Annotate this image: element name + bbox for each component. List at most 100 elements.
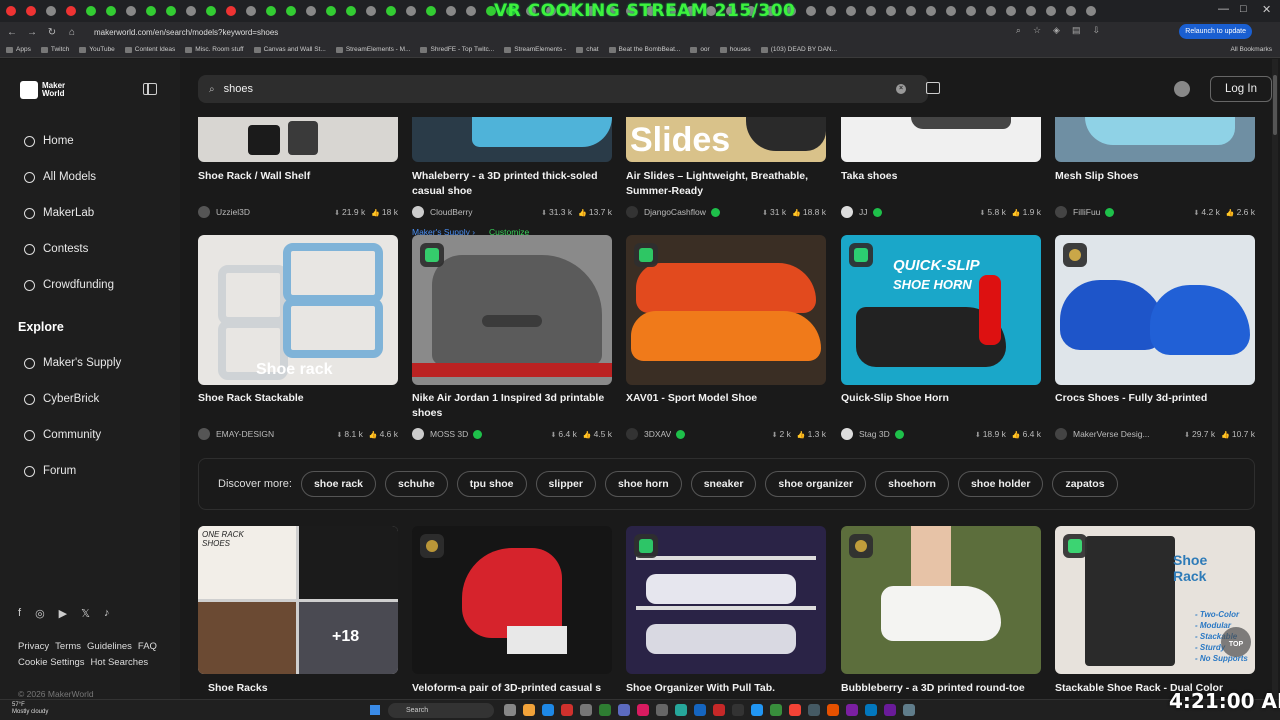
model-title[interactable]: Mesh Slip Shoes [1055,169,1255,184]
extensions-icon[interactable]: ◈ [1053,25,1060,36]
browser-tab-favicon[interactable] [306,6,316,16]
taskbar-app-icon[interactable] [504,704,516,716]
browser-tab-favicon[interactable] [326,6,336,16]
author-avatar[interactable] [1055,428,1067,440]
taskbar-app-icon[interactable] [618,704,630,716]
sidebar-item-makerlab[interactable]: MakerLab [24,207,94,219]
taskbar-app-icon[interactable] [580,704,592,716]
scrollbar[interactable] [1272,59,1278,699]
browser-tab-favicon[interactable] [986,6,996,16]
forward-icon[interactable]: → [24,27,40,38]
back-to-top-button[interactable]: TOP [1221,627,1251,657]
model-title[interactable]: Taka shoes [841,169,1041,184]
footer-link[interactable]: Terms [55,641,81,652]
model-thumbnail[interactable] [198,117,398,162]
close-window-icon[interactable]: ✕ [1262,3,1271,16]
taskbar-app-icon[interactable] [903,704,915,716]
browser-tab-favicon[interactable] [126,6,136,16]
login-button[interactable]: Log In [1210,76,1272,102]
browser-tab-favicon[interactable] [846,6,856,16]
windows-start-icon[interactable] [370,705,380,715]
taskbar-app-icon[interactable] [865,704,877,716]
sidebar-item-forum[interactable]: Forum [24,465,76,477]
author-name[interactable]: FilliFuu [1073,207,1100,217]
model-title[interactable]: Crocs Shoes - Fully 3d-printed [1055,391,1255,406]
browser-tab-favicon[interactable] [86,6,96,16]
author-avatar[interactable] [198,206,210,218]
browser-tab-favicon[interactable] [66,6,76,16]
browser-tab-favicon[interactable] [966,6,976,16]
discover-tag[interactable]: shoe holder [957,471,1044,497]
model-title[interactable]: Shoe Organizer With Pull Tab. [626,681,826,696]
browser-tab-favicon[interactable] [366,6,376,16]
browser-tab-favicon[interactable] [226,6,236,16]
taskbar-app-icon[interactable] [846,704,858,716]
search-input[interactable]: shoes [224,83,253,95]
bookmark-item[interactable]: Apps [6,46,31,53]
browser-tab-favicon[interactable] [806,6,816,16]
sidebar-item-home[interactable]: Home [24,135,74,147]
bookmark-item[interactable]: Canvas and Wall St... [253,46,326,53]
facebook-icon[interactable]: f [18,607,21,620]
bookmark-item[interactable]: oor [690,46,710,53]
taskbar-app-icon[interactable] [656,704,668,716]
author-name[interactable]: MOSS 3D [430,429,468,439]
sidebar-item-community[interactable]: Community [24,429,101,441]
discover-tag[interactable]: shoe horn [604,471,682,497]
browser-tab-favicon[interactable] [406,6,416,16]
bookmark-item[interactable]: Twitch [40,46,69,53]
model-title[interactable]: Shoe Rack / Wall Shelf [198,169,398,184]
author-name[interactable]: JJ [859,207,868,217]
sidebar-item-contests[interactable]: Contests [24,243,88,255]
relaunch-button[interactable]: Relaunch to update [1179,24,1252,39]
browser-tab-favicon[interactable] [346,6,356,16]
bookmark-item[interactable]: Beat the BombBeat... [608,46,680,53]
browser-tab-favicon[interactable] [446,6,456,16]
browser-tab-favicon[interactable] [946,6,956,16]
browser-tab-favicon[interactable] [266,6,276,16]
logo[interactable]: Maker World [20,81,74,99]
bookmark-item[interactable]: Misc. Room stuff [185,46,244,53]
discover-tag[interactable]: shoe organizer [765,471,867,497]
sidebar-item-maker-s-supply[interactable]: Maker's Supply [24,357,121,369]
discover-tag[interactable]: zapatos [1052,471,1118,497]
reload-icon[interactable]: ↻ [44,27,60,38]
minimize-icon[interactable]: — [1218,3,1229,15]
model-title[interactable]: Whaleberry - a 3D printed thick-soled ca… [412,169,612,199]
browser-tab-favicon[interactable] [1046,6,1056,16]
home-icon[interactable]: ⌂ [64,27,80,38]
model-thumbnail[interactable]: ONE RACK SHOES +18 [198,526,398,674]
taskbar-app-icon[interactable] [732,704,744,716]
sidebar-item-cyberbrick[interactable]: CyberBrick [24,393,99,405]
model-thumbnail[interactable]: Shoe rack [198,235,398,385]
sidebar-item-crowdfunding[interactable]: Crowdfunding [24,279,114,291]
browser-tab-favicon[interactable] [206,6,216,16]
author-avatar[interactable] [412,206,424,218]
youtube-icon[interactable]: ▶ [59,607,67,620]
search-bar[interactable]: ⌕ shoes × [198,75,928,103]
model-thumbnail[interactable] [1055,117,1255,162]
footer-link[interactable]: Cookie Settings [18,657,85,668]
model-title[interactable]: XAV01 - Sport Model Shoe [626,391,826,406]
discover-tag[interactable]: tpu shoe [456,471,527,497]
browser-tab-favicon[interactable] [886,6,896,16]
taskbar-app-icon[interactable] [884,704,896,716]
bookmark-item[interactable]: StreamElements - M... [335,46,410,53]
download-icon[interactable]: ⇩ [1092,25,1100,36]
author-name[interactable]: Stag 3D [859,429,890,439]
author-avatar[interactable] [198,428,210,440]
url-text[interactable]: makerworld.com/en/search/models?keyword=… [94,28,278,37]
author-avatar[interactable] [841,206,853,218]
model-title[interactable]: Veloform-a pair of 3D-printed casual s [412,681,612,696]
model-thumbnail[interactable] [841,117,1041,162]
browser-tab-favicon[interactable] [906,6,916,16]
author-avatar[interactable] [841,428,853,440]
weather-widget[interactable]: 57°F Mostly cloudy [12,702,48,716]
author-avatar[interactable] [1055,206,1067,218]
browser-tab-favicon[interactable] [46,6,56,16]
back-icon[interactable]: ← [4,27,20,38]
browser-tab-favicon[interactable] [6,6,16,16]
discover-tag[interactable]: schuhe [385,471,448,497]
taskbar-app-icon[interactable] [542,704,554,716]
footer-link[interactable]: Hot Searches [91,657,149,668]
